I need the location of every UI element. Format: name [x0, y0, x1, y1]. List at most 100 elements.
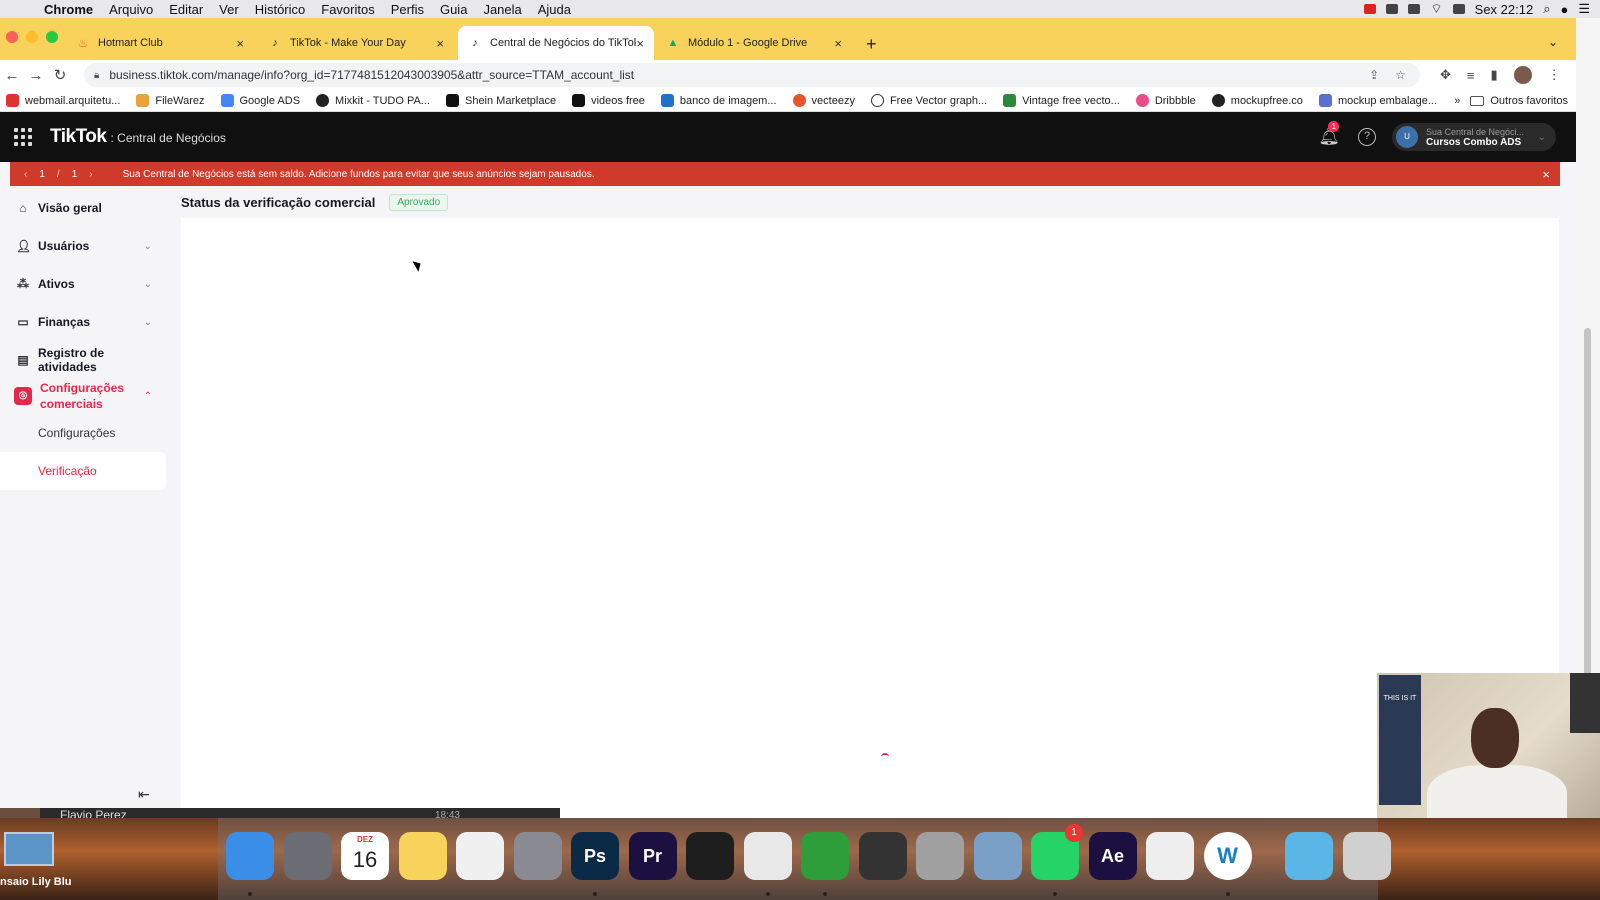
sidebar-subitem-verificacao[interactable]: Verificação — [0, 452, 166, 490]
dock-camtasia-icon[interactable] — [801, 832, 849, 880]
flag-icon[interactable] — [1364, 4, 1377, 14]
dock-preview-icon[interactable] — [973, 832, 1022, 880]
bookmark-item[interactable]: Vintage free vecto... — [1003, 94, 1120, 107]
bookmark-item[interactable]: webmail.arquitetu... — [6, 94, 120, 107]
dock-calendar-icon[interactable]: DEZ 16 — [341, 832, 389, 880]
sidebar-item-visao-geral[interactable]: ⌂ Visão geral — [0, 198, 166, 218]
minimize-window-button[interactable] — [26, 31, 38, 43]
close-icon[interactable]: × — [834, 36, 842, 51]
dock-chrome-icon[interactable] — [743, 832, 792, 880]
chevron-left-icon[interactable]: ‹ — [24, 169, 27, 180]
reload-icon[interactable]: ↻ — [48, 66, 72, 84]
other-bookmarks[interactable]: Outros favoritos — [1470, 95, 1568, 107]
close-icon[interactable]: × — [1542, 167, 1550, 182]
screen-icon[interactable] — [1386, 4, 1399, 14]
control-center-icon[interactable]: ☰ — [1578, 1, 1590, 17]
notifications-bell-icon[interactable]: 🔔︎ 1 — [1318, 121, 1340, 147]
menu-guia[interactable]: Guia — [440, 2, 467, 17]
bookmark-item[interactable]: mockup embalage... — [1318, 94, 1437, 107]
sidebar-item-registro[interactable]: ▤ Registro de atividades — [0, 346, 166, 374]
bookmark-item[interactable]: videos free — [572, 94, 645, 107]
reading-list-icon[interactable]: ≡ — [1467, 68, 1475, 83]
tab-google-drive[interactable]: ▲ Módulo 1 - Google Drive × — [656, 26, 852, 60]
address-bar[interactable]: 🔒︎ business.tiktok.com/manage/info?org_i… — [84, 63, 1420, 87]
sidebar-item-configuracoes-comerciais[interactable]: ◎ Configurações comerciais ⌃ — [0, 380, 166, 412]
menu-editar[interactable]: Editar — [169, 2, 203, 17]
menu-janela[interactable]: Janela — [483, 2, 521, 17]
keyboard-flag-icon[interactable] — [1452, 4, 1465, 14]
dock-after-effects-icon[interactable]: Ae — [1088, 832, 1137, 880]
tab-search-chevron-icon[interactable]: ⌄ — [1548, 35, 1558, 49]
bookmark-item[interactable]: Shein Marketplace — [445, 94, 556, 107]
bookmark-item[interactable]: Google ADS — [220, 94, 300, 107]
bluetooth-icon[interactable] — [1408, 4, 1421, 14]
forward-icon[interactable]: → — [24, 67, 48, 84]
bookmark-star-icon[interactable]: ☆ — [1395, 68, 1406, 82]
close-icon[interactable]: × — [636, 36, 644, 51]
bookmark-item[interactable]: Free Vector graph... — [870, 94, 987, 107]
dock-textedit-icon[interactable] — [1146, 832, 1194, 880]
apps-grid-icon[interactable] — [14, 128, 32, 146]
menu-ver[interactable]: Ver — [219, 2, 239, 17]
dock-finder-icon[interactable] — [226, 832, 274, 880]
bookmark-item[interactable]: Mixkit - TUDO PA... — [316, 94, 430, 107]
new-tab-button[interactable]: + — [866, 34, 877, 55]
bookmark-item[interactable]: vecteezy — [792, 94, 855, 107]
bookmark-item[interactable]: FileWarez — [136, 94, 205, 107]
chrome-menu-icon[interactable]: ⋮ — [1548, 67, 1561, 83]
calendar-day: 16 — [352, 847, 378, 872]
side-panel-icon[interactable]: ▮ — [1491, 67, 1498, 83]
dock-files-icon[interactable] — [1285, 832, 1333, 880]
sidebar-item-financas[interactable]: ▭ Finanças ⌄ — [0, 312, 166, 332]
tab-central-negocios[interactable]: ♪ Central de Negócios do TikTok × — [458, 26, 654, 60]
dock-fan-control-icon[interactable] — [858, 832, 907, 880]
dock-launchpad-icon[interactable] — [283, 832, 332, 880]
url-text[interactable]: business.tiktok.com/manage/info?org_id=7… — [109, 68, 634, 82]
dock-notes-icon[interactable] — [398, 832, 447, 880]
sidebar-item-usuarios[interactable]: 👤︎ Usuários ⌄ — [0, 236, 166, 256]
dock-system-preferences-icon[interactable] — [513, 832, 562, 880]
menu-arquivo[interactable]: Arquivo — [109, 2, 153, 17]
tiktok-logo[interactable]: TikTok — [50, 126, 107, 148]
dock-vectornator-icon[interactable] — [686, 832, 734, 880]
close-window-button[interactable] — [6, 31, 18, 43]
bookmark-item[interactable]: Dribbble — [1135, 94, 1196, 107]
close-icon[interactable]: × — [436, 36, 444, 51]
bookmark-item[interactable]: mockupfree.co — [1211, 94, 1303, 107]
back-icon[interactable]: ← — [0, 67, 24, 84]
lock-icon[interactable]: 🔒︎ — [94, 70, 99, 81]
extensions-icon[interactable]: ✥ — [1440, 67, 1451, 83]
dock-calculator-icon[interactable] — [916, 832, 964, 880]
share-icon[interactable]: ⇪ — [1369, 68, 1379, 82]
sidebar-subitem-configuracoes[interactable]: Configurações — [38, 426, 115, 440]
bookmarks-overflow-button[interactable]: » — [1454, 95, 1460, 107]
menu-perfis[interactable]: Perfis — [391, 2, 424, 17]
wifi-icon[interactable]: ⌔ — [1430, 1, 1442, 17]
spotlight-icon[interactable]: ⌕ — [1543, 1, 1550, 17]
sidebar-item-ativos[interactable]: ⁂ Ativos ⌄ — [0, 274, 166, 294]
dock-trash-icon[interactable] — [1342, 832, 1391, 880]
chevron-right-icon[interactable]: › — [89, 169, 92, 180]
menu-app-name[interactable]: Chrome — [44, 2, 93, 17]
bookmark-item[interactable]: banco de imagem... — [660, 94, 777, 107]
siri-icon[interactable]: ● — [1560, 2, 1568, 17]
account-switcher[interactable]: U Sua Central de Negóci... Cursos Combo … — [1392, 123, 1556, 151]
dock-photos-icon[interactable] — [456, 832, 504, 880]
menu-clock[interactable]: Sex 22:12 — [1475, 2, 1534, 17]
tab-tiktok[interactable]: ♪ TikTok - Make Your Day × — [258, 26, 454, 60]
tab-hotmart[interactable]: ♨ Hotmart Club × — [66, 26, 254, 60]
menu-historico[interactable]: Histórico — [255, 2, 306, 17]
menu-favoritos[interactable]: Favoritos — [321, 2, 374, 17]
help-icon[interactable]: ? — [1358, 128, 1376, 146]
alert-message: Sua Central de Negócios está sem saldo. … — [122, 168, 595, 180]
close-icon[interactable]: × — [236, 36, 244, 51]
desktop-window-thumbnail[interactable] — [4, 832, 54, 866]
profile-avatar[interactable] — [1513, 66, 1532, 84]
collapse-sidebar-icon[interactable]: ⇤ — [138, 786, 150, 803]
menu-ajuda[interactable]: Ajuda — [538, 2, 571, 17]
alert-page-sep: / — [56, 168, 60, 180]
dock-webex-icon[interactable]: W — [1203, 832, 1252, 880]
zoom-window-button[interactable] — [46, 31, 58, 43]
dock-premiere-icon[interactable]: Pr — [628, 832, 677, 880]
dock-photoshop-icon[interactable]: Ps — [571, 832, 619, 880]
